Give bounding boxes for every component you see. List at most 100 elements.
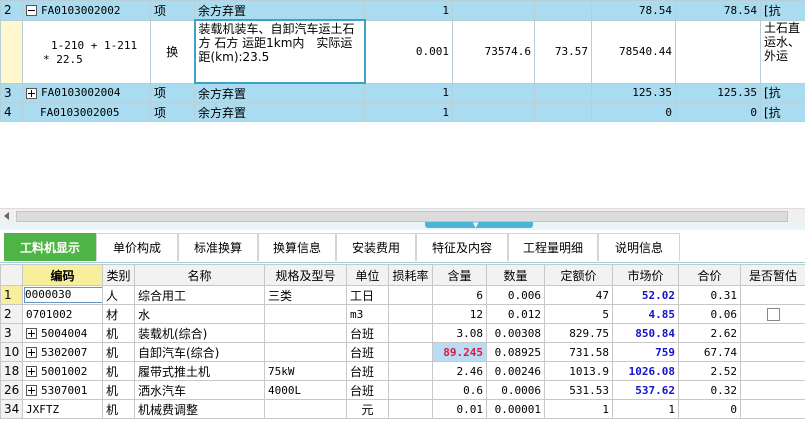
resource-spec[interactable]: 4000L (264, 380, 347, 400)
resource-spec[interactable]: 三类 (264, 285, 347, 305)
resource-spec[interactable]: 75kW (264, 361, 347, 381)
table-row[interactable]: 2 0701002 材 水 m3 12 0.012 5 4.85 0.06 (0, 304, 805, 324)
table-row[interactable]: 1 0000030 人 综合用工 三类 工日 6 0.006 47 52.02 … (0, 285, 805, 305)
resource-name[interactable]: 水 (134, 304, 265, 324)
resource-content[interactable]: 89.245 (432, 342, 487, 362)
resource-code[interactable]: 5307001 (22, 380, 103, 400)
resource-content[interactable]: 0.6 (432, 380, 487, 400)
expand-icon[interactable] (26, 87, 37, 99)
pane-splitter[interactable]: ▼ (0, 222, 805, 230)
item-desc-editor[interactable]: 装载机装车、自卸汽车运土石方 石方 运距1km内 实际运距(km):23.5 (193, 19, 366, 84)
resource-provisional[interactable] (740, 399, 805, 419)
resource-content[interactable]: 12 (432, 304, 487, 324)
expand-icon[interactable] (26, 347, 37, 358)
resource-market-price[interactable]: 850.84 (612, 323, 679, 343)
header-code[interactable]: 编码 (22, 264, 103, 286)
expand-icon[interactable] (26, 328, 37, 339)
item-code[interactable]: FA0103002004 (22, 82, 151, 103)
tab-description[interactable]: 说明信息 (598, 233, 680, 261)
item-code[interactable]: FA0103002005 (22, 102, 151, 122)
header-unit[interactable]: 单位 (346, 264, 389, 286)
resource-code[interactable]: 0000030 (22, 285, 103, 305)
resource-spec[interactable] (264, 342, 347, 362)
resource-loss[interactable] (388, 285, 433, 305)
header-quantity[interactable]: 数量 (486, 264, 545, 286)
resource-code[interactable]: 5004004 (22, 323, 103, 343)
tab-features-content[interactable]: 特征及内容 (416, 233, 508, 261)
scroll-left-icon[interactable] (4, 212, 9, 220)
resource-provisional[interactable] (740, 304, 805, 324)
resource-market-price[interactable]: 4.85 (612, 304, 679, 324)
resource-content[interactable]: 6 (432, 285, 487, 305)
resource-content[interactable]: 3.08 (432, 323, 487, 343)
resource-market-price[interactable]: 1026.08 (612, 361, 679, 381)
expand-icon[interactable] (26, 385, 37, 396)
resource-spec[interactable] (264, 304, 347, 324)
expand-icon[interactable] (26, 366, 37, 377)
resource-name[interactable]: 装载机(综合) (134, 323, 265, 343)
header-content[interactable]: 含量 (432, 264, 487, 286)
header-provisional[interactable]: 是否暂估 (740, 264, 805, 286)
resource-loss[interactable] (388, 380, 433, 400)
resource-code[interactable]: JXFTZ (22, 399, 103, 419)
resource-provisional[interactable] (740, 380, 805, 400)
table-row[interactable]: 3 5004004 机 装载机(综合) 台班 3.08 0.00308 829.… (0, 323, 805, 343)
tab-unit-price-composition[interactable]: 单价构成 (96, 233, 178, 261)
code-dropdown[interactable]: 0000030 (24, 287, 102, 303)
tab-standard-conversion[interactable]: 标准换算 (178, 233, 258, 261)
resource-loss[interactable] (388, 399, 433, 419)
item-qty[interactable]: 1 (364, 0, 453, 21)
table-row[interactable]: 26 5307001 机 洒水汽车 4000L 台班 0.6 0.0006 53… (0, 380, 805, 400)
item-name[interactable]: 余方弃置 (194, 82, 365, 103)
table-row[interactable]: 10 5302007 机 自卸汽车(综合) 台班 89.245 0.08925 … (0, 342, 805, 362)
resource-name[interactable]: 洒水汽车 (134, 380, 265, 400)
resource-name[interactable]: 履带式推土机 (134, 361, 265, 381)
resource-market-price[interactable]: 759 (612, 342, 679, 362)
header-market-price[interactable]: 市场价 (612, 264, 679, 286)
header-loss-rate[interactable]: 损耗率 (388, 264, 433, 286)
collapse-icon[interactable] (26, 5, 37, 17)
tab-installation-fee[interactable]: 安装费用 (336, 233, 416, 261)
item-name[interactable]: 余方弃置 (194, 0, 365, 21)
item-qty[interactable]: 1 (364, 82, 453, 103)
tab-labor-material-machine[interactable]: 工料机显示 (4, 233, 96, 261)
resource-provisional[interactable] (740, 323, 805, 343)
tab-conversion-info[interactable]: 换算信息 (258, 233, 336, 261)
resource-name[interactable]: 自卸汽车(综合) (134, 342, 265, 362)
resource-spec[interactable] (264, 323, 347, 343)
item-code[interactable]: FA0103002002 (22, 0, 151, 21)
table-row[interactable]: 2 FA0103002002 项 余方弃置 1 78.54 78.54 [抗 (0, 0, 805, 21)
header-quota-price[interactable]: 定额价 (544, 264, 613, 286)
resource-code[interactable]: 5001002 (22, 361, 103, 381)
table-row[interactable]: 34 JXFTZ 机 机械费调整 元 0.01 0.00001 1 1 0 (0, 399, 805, 419)
header-total[interactable]: 合价 (678, 264, 741, 286)
item-qty[interactable]: 1 (364, 102, 453, 122)
resource-content[interactable]: 2.46 (432, 361, 487, 381)
resource-provisional[interactable] (740, 285, 805, 305)
resource-name[interactable]: 机械费调整 (134, 399, 265, 419)
resource-market-price[interactable]: 1 (612, 399, 679, 419)
item-name[interactable]: 余方弃置 (194, 102, 365, 122)
table-row[interactable]: 1-210 + 1-211 * 22.5 换 装载机装车、自卸汽车运土石方 石方… (0, 19, 805, 84)
resource-content[interactable]: 0.01 (432, 399, 487, 419)
resource-market-price[interactable]: 537.62 (612, 380, 679, 400)
scrollbar-thumb[interactable] (16, 211, 788, 222)
provisional-checkbox[interactable] (766, 308, 780, 321)
resource-market-price[interactable]: 52.02 (612, 285, 679, 305)
resource-loss[interactable] (388, 323, 433, 343)
table-row[interactable]: 18 5001002 机 履带式推土机 75kW 台班 2.46 0.00246… (0, 361, 805, 381)
header-category[interactable]: 类别 (102, 264, 135, 286)
resource-code[interactable]: 0701002 (22, 304, 103, 324)
resource-provisional[interactable] (740, 342, 805, 362)
resource-spec[interactable] (264, 399, 347, 419)
tab-quantity-details[interactable]: 工程量明细 (508, 233, 598, 261)
resource-loss[interactable] (388, 361, 433, 381)
header-name[interactable]: 名称 (134, 264, 265, 286)
resource-provisional[interactable] (740, 361, 805, 381)
header-spec[interactable]: 规格及型号 (264, 264, 347, 286)
item-qty[interactable]: 0.001 (364, 19, 453, 84)
table-row[interactable]: 3 FA0103002004 项 余方弃置 1 125.35 125.35 [抗 (0, 82, 805, 103)
sub-item-formula[interactable]: 1-210 + 1-211 * 22.5 (22, 19, 151, 84)
resource-loss[interactable] (388, 304, 433, 324)
resource-code[interactable]: 5302007 (22, 342, 103, 362)
